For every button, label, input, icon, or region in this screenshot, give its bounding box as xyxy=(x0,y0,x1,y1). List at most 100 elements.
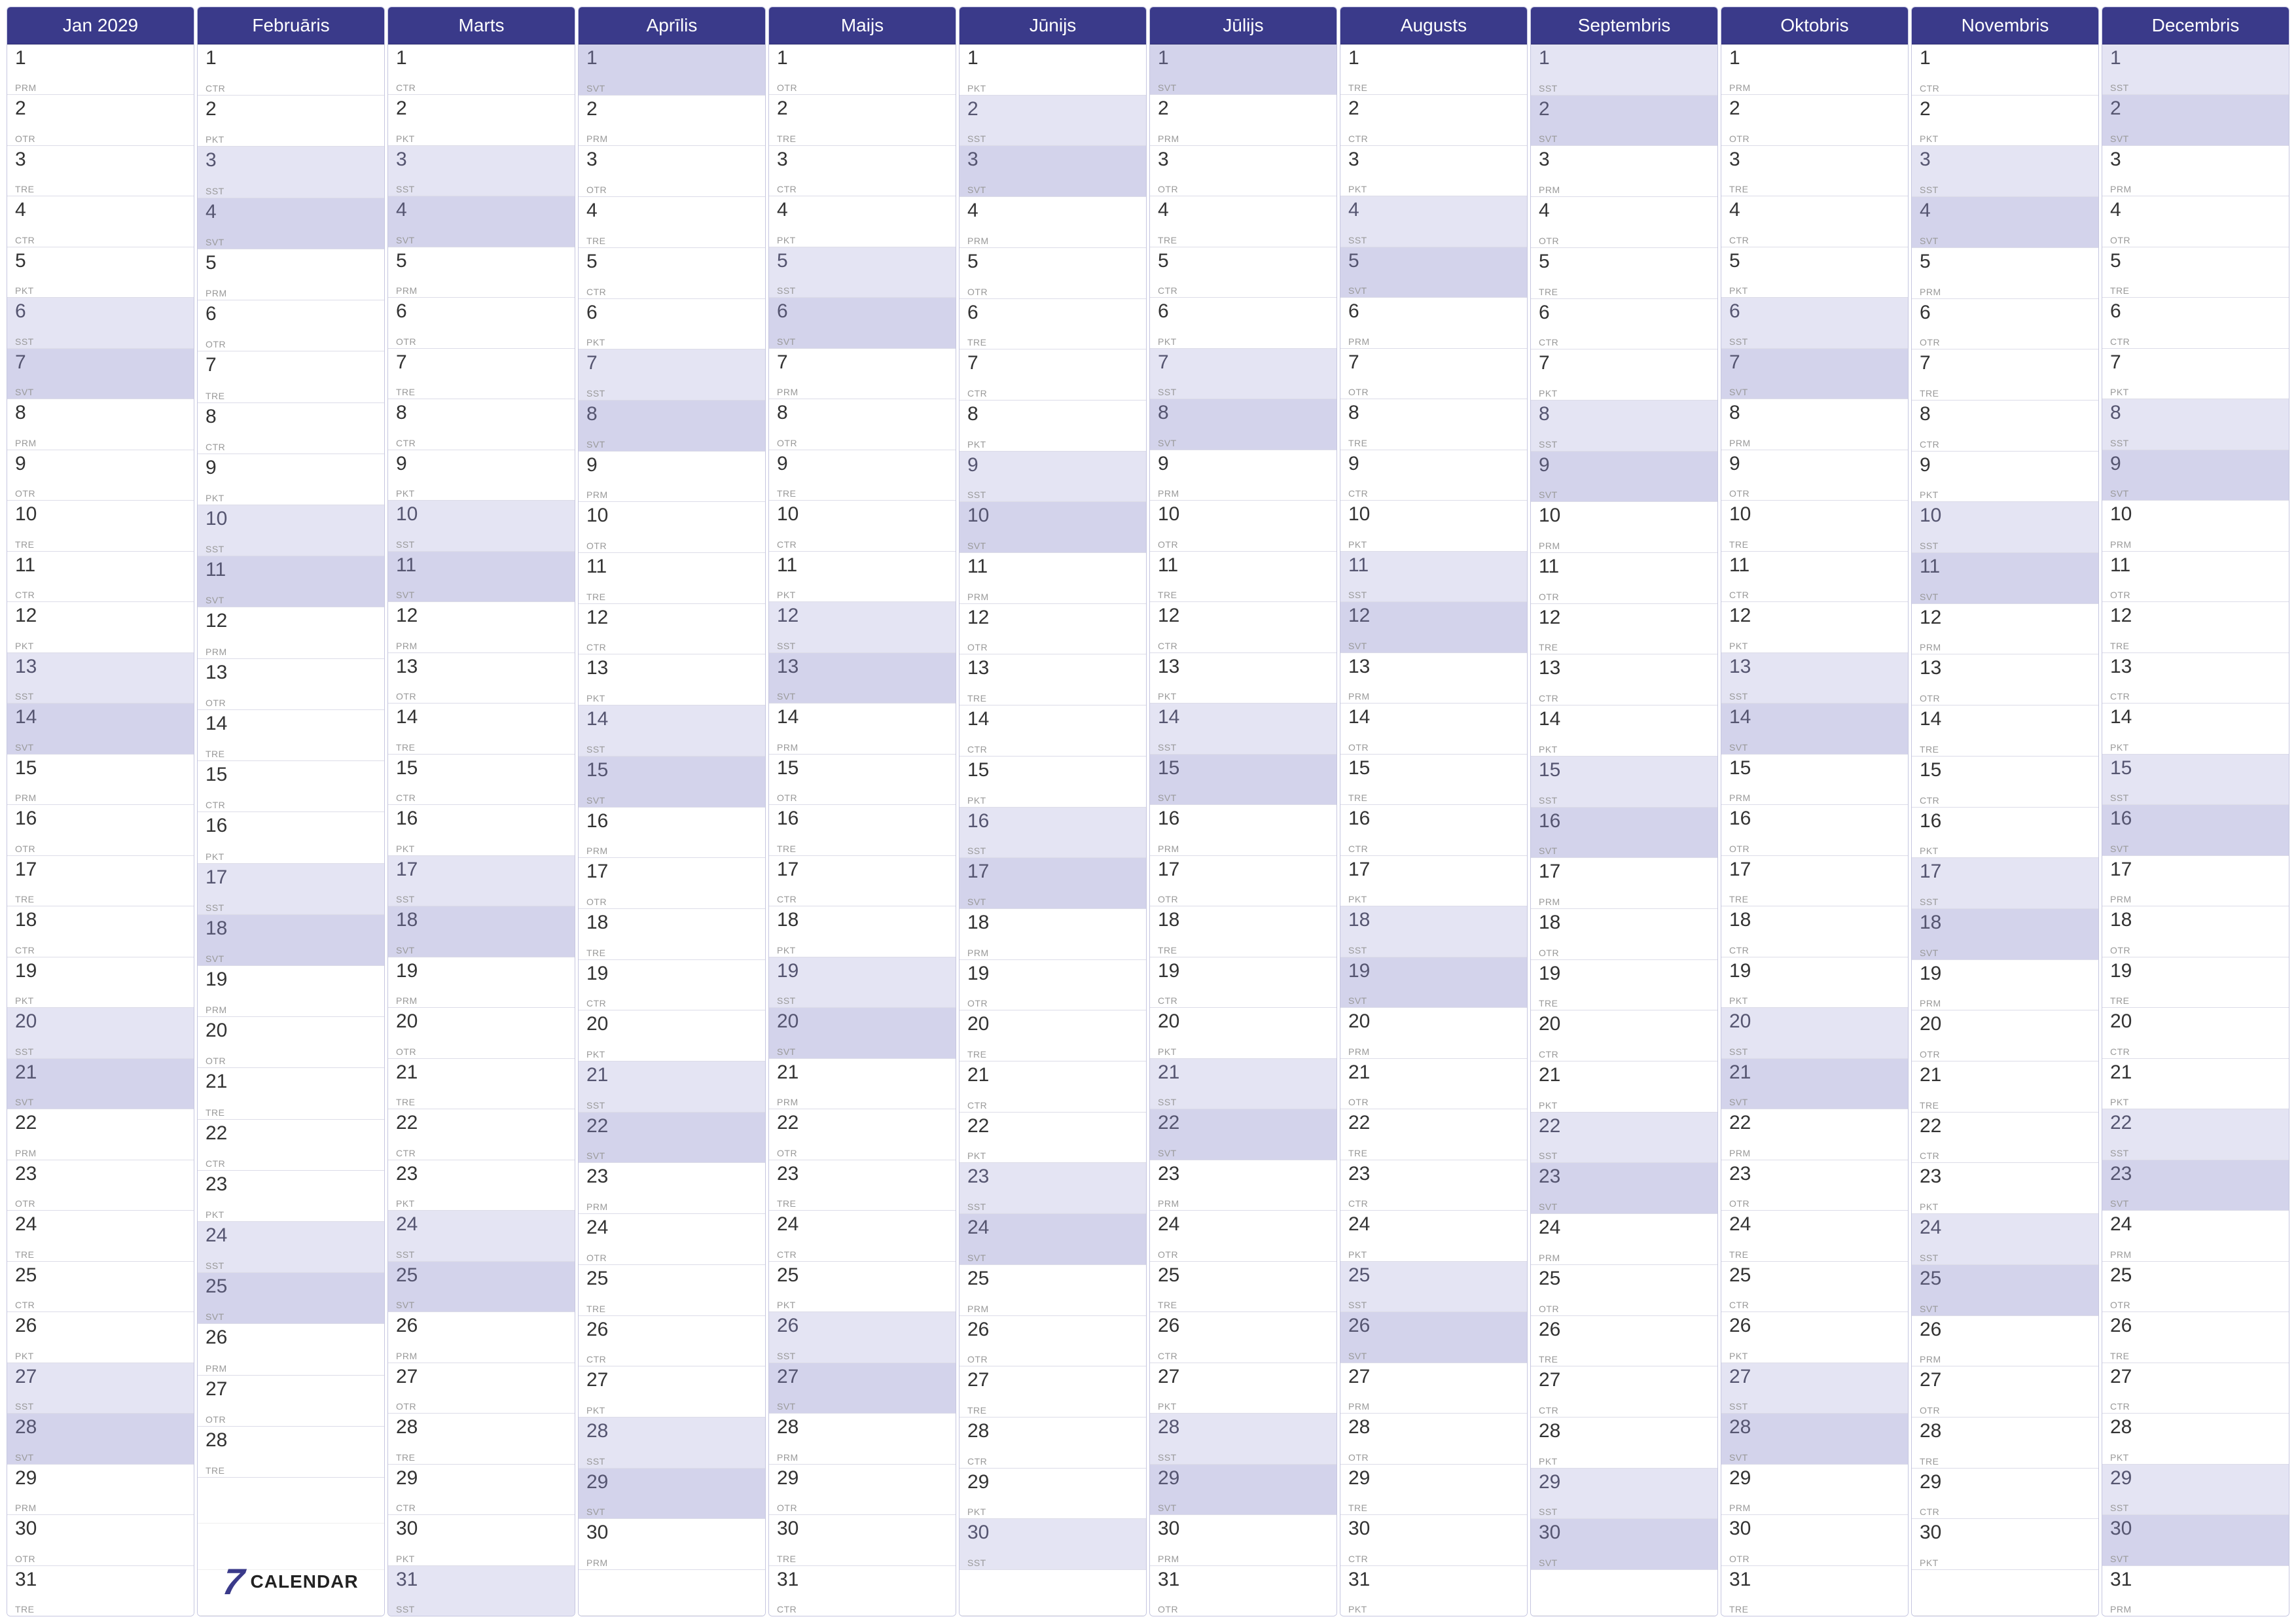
day-cell: 21TRE xyxy=(198,1068,384,1119)
day-cell: 27CTR xyxy=(2102,1363,2289,1414)
day-weekday: SVT xyxy=(777,1401,949,1412)
day-cell: 2SVT xyxy=(2102,95,2289,145)
day-number: 22 xyxy=(1158,1113,1330,1133)
day-cell: 18OTR xyxy=(2102,906,2289,957)
day-number: 7 xyxy=(396,353,568,372)
day-number: 8 xyxy=(586,404,759,424)
day-number: 30 xyxy=(1920,1523,2092,1543)
day-number: 9 xyxy=(1920,455,2092,475)
day-number: 16 xyxy=(777,809,949,829)
day-weekday: TRE xyxy=(1539,287,1711,297)
day-weekday: SVT xyxy=(206,237,378,247)
day-weekday: SVT xyxy=(15,742,187,753)
day-number: 12 xyxy=(396,606,568,626)
day-number: 24 xyxy=(15,1215,187,1234)
day-number: 7 xyxy=(15,353,187,372)
day-cell: 22SST xyxy=(2102,1109,2289,1160)
day-number: 18 xyxy=(15,910,187,930)
day-number: 25 xyxy=(1539,1269,1711,1289)
day-cell: 11SVT xyxy=(1912,553,2098,604)
day-weekday: SVT xyxy=(1729,1452,1901,1463)
day-weekday: PKT xyxy=(967,83,1139,94)
day-number: 21 xyxy=(206,1072,378,1092)
day-cell: 7PKT xyxy=(1531,349,1717,401)
day-cell: 8PRM xyxy=(1721,399,1908,450)
day-cell: 30PKT xyxy=(1912,1519,2098,1570)
day-weekday: SST xyxy=(967,134,1139,144)
day-cell: 9CTR xyxy=(1340,450,1527,501)
day-weekday: PKT xyxy=(1729,995,1901,1006)
day-number: 18 xyxy=(967,913,1139,933)
day-weekday: OTR xyxy=(1539,236,1711,246)
day-cell: 12PRM xyxy=(1912,604,2098,655)
day-weekday: TRE xyxy=(396,387,568,397)
day-weekday: OTR xyxy=(1158,1249,1330,1260)
day-cell: 12PRM xyxy=(388,602,575,652)
day-cell: 24OTR xyxy=(1150,1211,1336,1261)
day-weekday: PRM xyxy=(2110,539,2282,550)
day-number: 18 xyxy=(586,913,759,933)
day-weekday: SVT xyxy=(1158,82,1330,93)
day-cell: 17SST xyxy=(388,856,575,906)
day-number: 25 xyxy=(1920,1269,2092,1289)
day-number: 24 xyxy=(586,1218,759,1238)
day-weekday: SST xyxy=(1539,83,1711,94)
day-cell: 12PRM xyxy=(198,607,384,658)
day-number: 15 xyxy=(967,760,1139,780)
day-cell: 22PRM xyxy=(1721,1109,1908,1160)
day-cell: 23PRM xyxy=(1150,1160,1336,1211)
month-days: 1PRM2OTR3TRE4CTR5PKT6SST7SVT8PRM9OTR10TR… xyxy=(7,45,194,1616)
month-column: Jūlijs1SVT2PRM3OTR4TRE5CTR6PKT7SST8SVT9P… xyxy=(1149,7,1337,1616)
day-weekday: OTR xyxy=(15,1554,187,1564)
day-cell: 15SST xyxy=(1531,757,1717,808)
day-weekday: CTR xyxy=(206,442,378,452)
day-number: 6 xyxy=(1348,302,1520,321)
day-cell: 29OTR xyxy=(769,1465,956,1515)
day-cell: 31PRM xyxy=(2102,1566,2289,1616)
day-cell: 14PRM xyxy=(769,704,956,754)
day-weekday: SVT xyxy=(2110,134,2282,144)
day-weekday: TRE xyxy=(777,134,949,144)
day-cell: 2PKT xyxy=(198,96,384,147)
day-number: 3 xyxy=(586,150,759,169)
day-weekday: OTR xyxy=(15,1198,187,1209)
day-cell: 31CTR xyxy=(769,1566,956,1616)
day-number: 8 xyxy=(15,403,187,423)
day-weekday: PRM xyxy=(586,134,759,144)
day-cell: 25OTR xyxy=(1531,1265,1717,1316)
day-number: 22 xyxy=(2110,1113,2282,1133)
day-weekday: SST xyxy=(206,544,378,554)
day-cell: 21OTR xyxy=(1340,1059,1527,1109)
day-number: 31 xyxy=(777,1570,949,1590)
day-weekday: OTR xyxy=(206,1414,378,1425)
day-number: 3 xyxy=(206,151,378,170)
day-cell: 1TRE xyxy=(1340,45,1527,95)
day-number: 27 xyxy=(396,1367,568,1387)
day-number: 8 xyxy=(1348,403,1520,423)
day-weekday: SST xyxy=(777,1351,949,1361)
day-cell: 3PRM xyxy=(1531,146,1717,197)
day-weekday: SST xyxy=(396,1249,568,1260)
day-number: 5 xyxy=(396,251,568,271)
day-weekday: SST xyxy=(2110,438,2282,448)
day-cell: 13CTR xyxy=(1531,654,1717,705)
day-cell: 23OTR xyxy=(7,1160,194,1211)
day-number: 3 xyxy=(967,150,1139,169)
day-cell: 27OTR xyxy=(198,1376,384,1427)
day-weekday: PKT xyxy=(586,1405,759,1416)
day-number: 13 xyxy=(1729,657,1901,677)
day-cell: 17PKT xyxy=(1340,856,1527,906)
day-weekday: SVT xyxy=(396,235,568,245)
day-number: 2 xyxy=(396,99,568,118)
day-weekday: CTR xyxy=(1729,235,1901,245)
day-number: 18 xyxy=(1348,910,1520,930)
day-weekday: SVT xyxy=(967,185,1139,195)
day-weekday: CTR xyxy=(777,184,949,194)
day-number: 25 xyxy=(1348,1266,1520,1285)
day-number: 18 xyxy=(1539,913,1711,933)
day-cell: 28SST xyxy=(1150,1414,1336,1464)
day-cell: 27OTR xyxy=(388,1363,575,1414)
day-cell: 23SVT xyxy=(1531,1163,1717,1214)
day-number: 11 xyxy=(15,556,187,575)
day-number: 1 xyxy=(1158,48,1330,68)
